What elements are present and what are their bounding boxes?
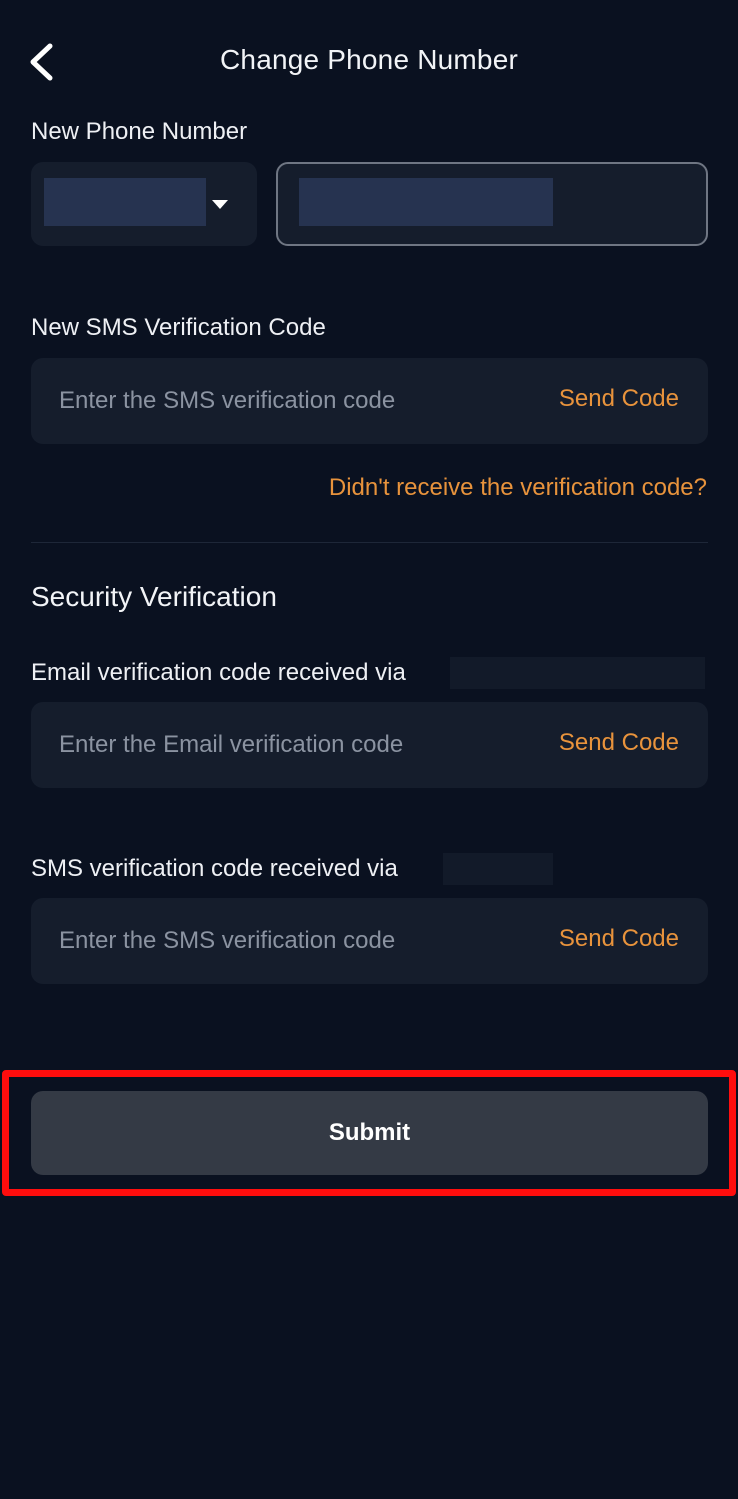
email-code-field: Send Code xyxy=(31,702,708,788)
caret-down-icon xyxy=(212,200,228,209)
change-phone-page: Change Phone Number New Phone Number New… xyxy=(0,0,738,1499)
email-send-code-button[interactable]: Send Code xyxy=(559,729,679,757)
submit-button[interactable]: Submit xyxy=(31,1091,708,1175)
country-code-select[interactable] xyxy=(31,162,257,246)
phone-number-input[interactable] xyxy=(276,162,708,246)
phone-number-value xyxy=(299,178,553,226)
didnt-receive-code-link[interactable]: Didn't receive the verification code? xyxy=(329,474,707,502)
new-sms-label: New SMS Verification Code xyxy=(31,314,326,341)
page-title: Change Phone Number xyxy=(220,44,518,75)
redacted-phone xyxy=(443,853,553,885)
new-sms-input[interactable] xyxy=(59,358,519,444)
new-sms-field: Send Code xyxy=(31,358,708,444)
email-code-label: Email verification code received via xyxy=(31,659,406,686)
security-verification-title: Security Verification xyxy=(31,581,277,612)
sms-code-field: Send Code xyxy=(31,898,708,984)
divider xyxy=(31,542,708,543)
new-sms-send-code-button[interactable]: Send Code xyxy=(559,385,679,413)
country-code-value xyxy=(44,178,206,226)
new-phone-label: New Phone Number xyxy=(31,118,248,145)
redacted-email xyxy=(450,657,705,689)
sms-send-code-button[interactable]: Send Code xyxy=(559,925,679,953)
sms-code-input[interactable] xyxy=(59,898,519,984)
sms-code-label: SMS verification code received via xyxy=(31,855,398,882)
header: Change Phone Number xyxy=(0,30,738,94)
email-code-input[interactable] xyxy=(59,702,519,788)
